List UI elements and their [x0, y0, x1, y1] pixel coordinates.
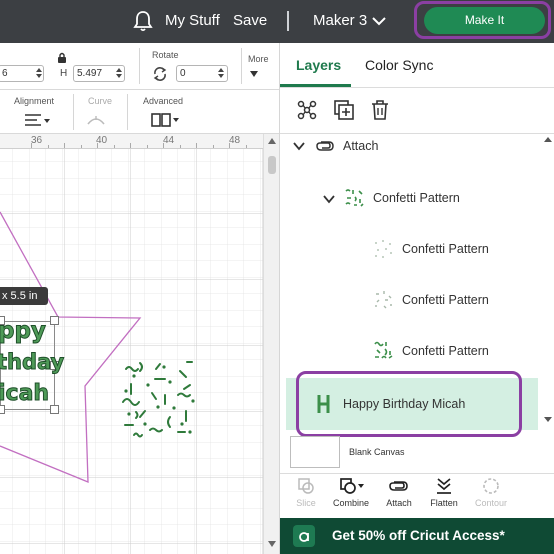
card-text-line: thday [0, 350, 65, 375]
attach-button[interactable]: Attach [381, 476, 417, 508]
height-label: H [60, 68, 68, 79]
slice-button[interactable]: Slice [288, 476, 324, 508]
scroll-up-icon[interactable] [268, 138, 276, 144]
width-stepper-icon[interactable] [36, 67, 42, 79]
blank-canvas-label: Blank Canvas [349, 447, 405, 457]
attach-icon [316, 141, 334, 151]
layer-name[interactable]: Attach [343, 139, 378, 153]
combine-button[interactable]: Combine [328, 476, 374, 508]
combine-icon [340, 478, 364, 494]
layers-scrollbar[interactable] [541, 134, 554, 437]
curve-icon [87, 116, 105, 125]
promo-text: Get 50% off Cricut Access* [332, 528, 505, 543]
attach-icon [389, 481, 408, 491]
contour-icon [483, 478, 499, 494]
card-text-line: ppy [0, 318, 46, 345]
save-button[interactable]: Save [233, 12, 267, 29]
tab-color-sync[interactable]: Color Sync [365, 57, 433, 73]
scroll-down-icon[interactable] [268, 541, 276, 547]
layer-name[interactable]: Confetti Pattern [402, 293, 489, 307]
contour-label: Contour [474, 498, 508, 508]
blank-canvas-swatch[interactable] [290, 436, 340, 468]
layer-name[interactable]: Confetti Pattern [373, 191, 460, 205]
machine-selector[interactable]: Maker 3 [313, 12, 367, 29]
alignment-label: Alignment [14, 96, 55, 106]
tab-layers[interactable]: Layers [296, 57, 341, 73]
duplicate-icon[interactable] [333, 99, 355, 121]
rotate-icon [153, 67, 167, 81]
curve-label: Curve [88, 96, 113, 106]
cricut-access-promo[interactable]: Get 50% off Cricut Access* [280, 518, 554, 554]
ruler-tick: 44 [163, 135, 175, 146]
make-it-button[interactable]: Make It [424, 7, 545, 34]
rotate-stepper-icon[interactable] [218, 67, 224, 79]
confetti-thumbnail [374, 341, 393, 359]
resize-handle[interactable] [50, 316, 59, 325]
advanced-label: Advanced [143, 96, 184, 106]
align-icon[interactable] [24, 113, 50, 127]
layer-actions: Slice Combine Attach Flatten Contour [280, 473, 554, 518]
slice-icon [298, 478, 314, 494]
combine-label: Combine [332, 498, 370, 508]
horizontal-ruler: 36 40 44 48 [0, 134, 279, 149]
lock-icon[interactable] [57, 52, 67, 64]
toolbar-separator [127, 94, 128, 130]
chevron-down-icon[interactable] [293, 142, 305, 151]
size-rotate-toolbar: 6 H 5.497 Rotate 0 More [0, 43, 279, 90]
layer-name[interactable]: Confetti Pattern [402, 242, 489, 256]
topbar-divider [287, 11, 289, 31]
contour-button[interactable]: Contour [470, 476, 512, 508]
layer-name[interactable]: Confetti Pattern [402, 344, 489, 358]
trash-icon[interactable] [369, 99, 391, 121]
ruler-tick: 48 [229, 135, 241, 146]
resize-handle[interactable] [50, 405, 59, 414]
toolbar-separator [139, 48, 140, 84]
advanced-icon[interactable] [151, 112, 183, 128]
top-bar: My Stuff Save Maker 3 Make It [0, 0, 554, 43]
more-caret-icon[interactable] [250, 71, 258, 77]
flatten-icon [437, 478, 451, 494]
my-stuff-link[interactable]: My Stuff [165, 12, 220, 29]
cricut-access-logo-icon [293, 525, 315, 547]
card-text-line: icah [0, 381, 50, 407]
chevron-down-icon[interactable] [323, 195, 335, 204]
chevron-down-icon[interactable] [371, 14, 387, 28]
arrange-toolbar: Alignment Curve Advanced [0, 90, 279, 134]
resize-handle[interactable] [0, 405, 5, 414]
bell-icon[interactable] [133, 10, 153, 32]
height-stepper-icon[interactable] [116, 67, 122, 79]
attach-label: Attach [386, 498, 412, 508]
size-tooltip: x 5.5 in [0, 287, 48, 305]
layers-panel: Layers Color Sync Attach Confetti Patter… [279, 43, 554, 554]
confetti-thumbnail [375, 291, 392, 309]
scroll-thumb[interactable] [268, 156, 276, 174]
toolbar-separator [73, 94, 74, 130]
confetti-thumbnail [375, 240, 392, 258]
confetti-thumbnail [345, 189, 364, 207]
ruler-tick: 36 [31, 135, 43, 146]
selected-layer-highlight [296, 371, 522, 437]
canvas-vertical-scrollbar[interactable] [263, 134, 279, 554]
flatten-button[interactable]: Flatten [425, 476, 463, 508]
group-icon[interactable] [296, 99, 318, 121]
flatten-label: Flatten [430, 498, 458, 508]
toolbar-separator [241, 48, 242, 84]
slice-label: Slice [296, 498, 316, 508]
layer-tools [280, 88, 554, 134]
more-label[interactable]: More [248, 54, 269, 64]
rotate-label: Rotate [152, 50, 179, 60]
